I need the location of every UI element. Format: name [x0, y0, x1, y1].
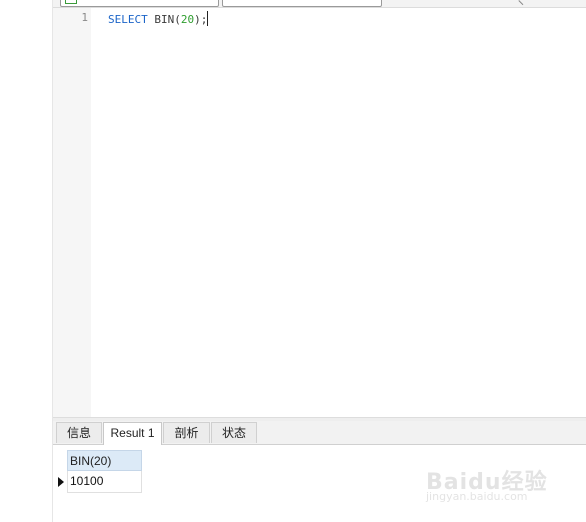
- sql-editor[interactable]: 1 SELECT BIN(20);: [53, 8, 586, 417]
- query-toolbar: [53, 0, 586, 8]
- row-indicator-column: [53, 450, 67, 493]
- line-number-gutter: 1: [53, 8, 91, 417]
- watermark: Baidu经验 jingyan.baidu.com: [426, 464, 556, 504]
- sql-punctuation: );: [194, 13, 208, 26]
- tab-result-1[interactable]: Result 1: [103, 422, 162, 445]
- column-header[interactable]: BIN(20): [67, 450, 142, 471]
- grid-cell[interactable]: 10100: [67, 471, 142, 493]
- left-panel: [0, 0, 53, 522]
- results-tab-bar: 信息 Result 1 剖析 状态: [53, 421, 586, 445]
- sql-number-literal: 20: [180, 13, 195, 26]
- tab-info[interactable]: 信息: [56, 422, 102, 443]
- sql-function: BIN(: [147, 13, 181, 26]
- code-line[interactable]: SELECT BIN(20);: [108, 11, 209, 27]
- current-row-arrow-icon: [58, 477, 64, 487]
- tab-status[interactable]: 状态: [211, 422, 257, 443]
- toolbar-chevron-icon[interactable]: [518, 0, 528, 6]
- text-caret: [207, 11, 209, 26]
- database-dropdown[interactable]: [222, 0, 382, 7]
- connection-dropdown[interactable]: [60, 0, 219, 7]
- tab-profile[interactable]: 剖析: [163, 422, 210, 443]
- sql-keyword: SELECT: [108, 13, 148, 26]
- line-number: 1: [81, 11, 88, 24]
- watermark-url: jingyan.baidu.com: [426, 490, 528, 503]
- app-window: 1 SELECT BIN(20); 信息 Result 1 剖析 状态 BIN(…: [0, 0, 586, 522]
